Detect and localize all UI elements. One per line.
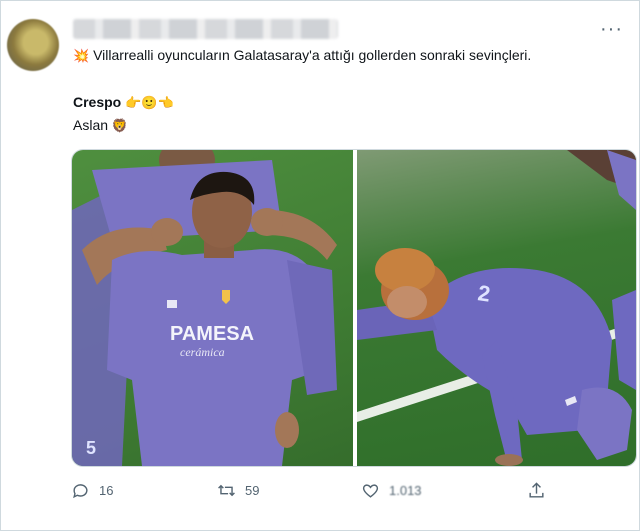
crespo-text: Crespo [73,94,122,110]
tweet-text-line-2: Crespo 👉🙂👈 [73,93,174,113]
reply-action[interactable]: 16 [71,481,113,500]
retweet-action[interactable]: 59 [217,481,259,500]
aslan-text: Aslan [73,117,109,133]
reply-icon [73,484,88,499]
player-celebration-illustration: PAMESA cerámica [72,150,337,466]
shirt-sponsor-subtext: cerámica [180,345,225,359]
tweet-actions: 16 59 1.013 [71,481,631,505]
like-action[interactable]: 1.013 [361,481,422,500]
heart-icon [362,484,379,498]
author-name-blurred[interactable] [73,19,338,39]
pointing-hands-emoji: 👉🙂👈 [125,96,174,111]
share-action[interactable] [527,481,546,500]
player-kneeling-illustration: 2 [357,150,636,466]
tweet-media[interactable]: PAMESA cerámica 5 2 [71,149,637,467]
more-options-icon[interactable]: ··· [600,19,623,39]
tweet-card: ··· 💥 Villarrealli oyuncuların Galatasar… [0,0,640,531]
shirt-sponsor-text: PAMESA [170,323,254,345]
retweet-icon [218,484,235,497]
avatar[interactable] [7,19,59,71]
retweet-count: 59 [245,483,260,498]
collision-emoji: 💥 [73,49,90,64]
like-count: 1.013 [389,483,422,498]
media-photo-1[interactable]: PAMESA cerámica 5 [72,150,353,466]
reply-count: 16 [99,483,114,498]
player-number: 5 [86,438,97,458]
tweet-text: Villarrealli oyuncuların Galatasaray'a a… [93,47,532,63]
lion-emoji: 🦁 [111,119,129,134]
tweet-text-line-3: Aslan 🦁 [73,116,128,136]
media-photo-2[interactable]: 2 [357,150,636,466]
tweet-text-line-1: 💥 Villarrealli oyuncuların Galatasaray'a… [73,46,531,66]
share-icon [529,482,544,498]
